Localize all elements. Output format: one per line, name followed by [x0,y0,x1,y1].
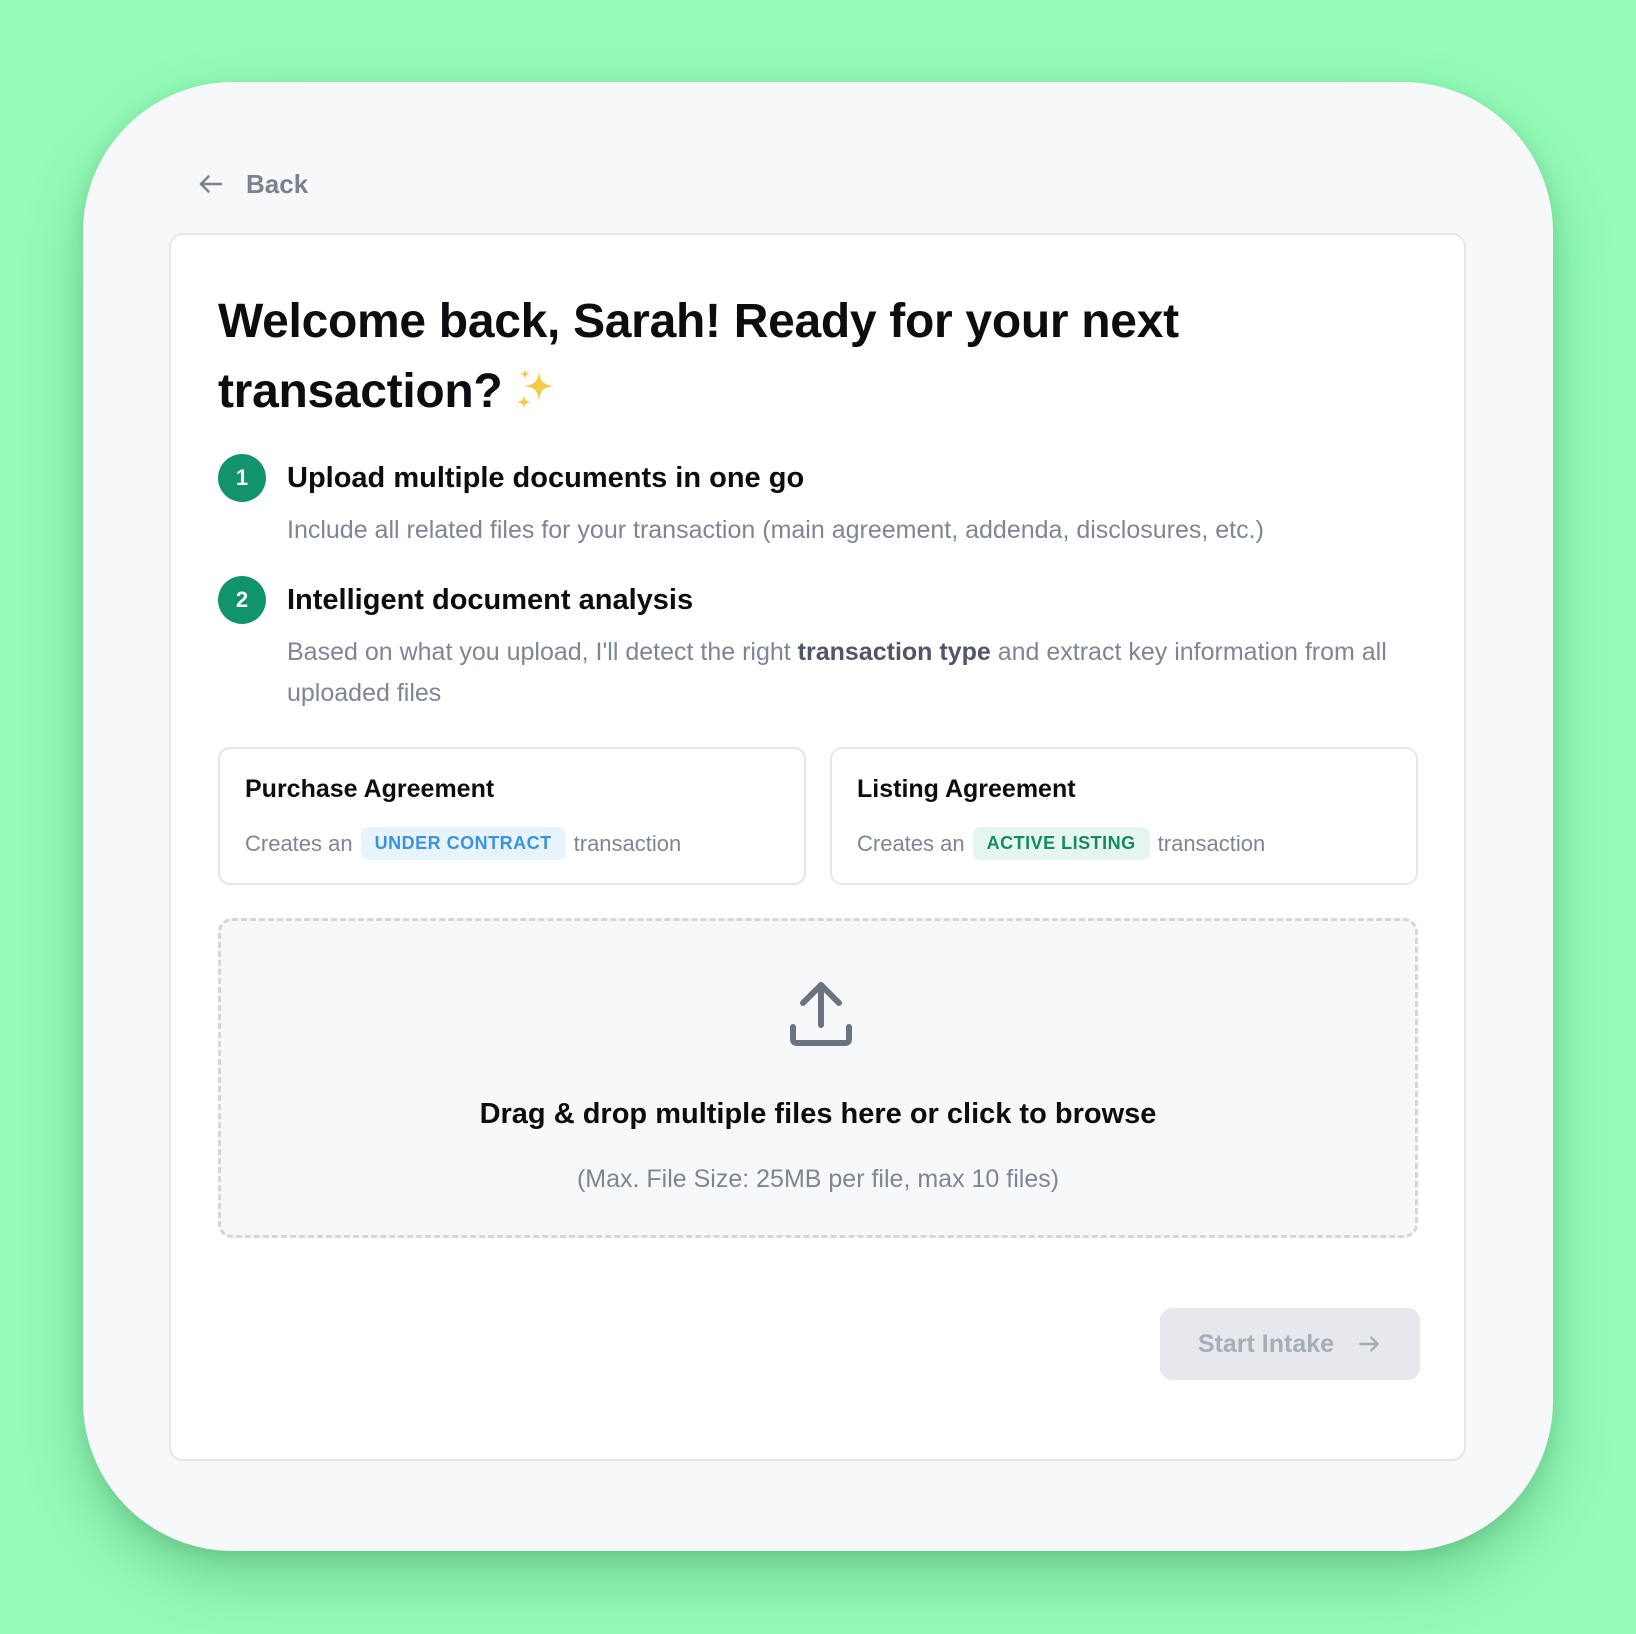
type-card-description: Creates an UNDER CONTRACT transaction [245,827,681,860]
dropzone-limits: (Max. File Size: 25MB per file, max 10 f… [576,1165,1060,1193]
listing-agreement-card[interactable]: Listing Agreement Creates an ACTIVE LIST… [830,747,1418,885]
type-card-title: Listing Agreement [857,775,1076,803]
type-card-suffix: transaction [1157,830,1266,856]
step-description: Based on what you upload, I'll detect th… [287,632,1407,714]
file-dropzone[interactable]: Drag & drop multiple files here or click… [218,918,1418,1238]
arrow-left-icon [199,175,223,193]
type-card-description: Creates an ACTIVE LISTING transaction [857,827,1265,860]
step-description: Include all related files for your trans… [287,516,1264,544]
step-title: Upload multiple documents in one go [287,462,805,494]
sparkles-icon [517,369,555,409]
type-card-prefix: Creates an [857,830,965,856]
arrow-right-icon [1359,1336,1379,1352]
start-intake-label: Start Intake [1197,1329,1335,1358]
title-text: Welcome back, Sarah! Ready for your next… [218,295,1179,418]
type-card-title: Purchase Agreement [245,775,495,803]
dropzone-title: Drag & drop multiple files here or click… [479,1098,1157,1130]
step-number-badge: 1 [218,454,266,502]
back-label: Back [246,168,309,199]
step-title: Intelligent document analysis [287,584,694,616]
intake-card: Welcome back, Sarah! Ready for your next… [169,233,1466,1461]
page-title: Welcome back, Sarah! Ready for your next… [218,287,1398,427]
app-window: Back Welcome back, Sarah! Ready for your… [83,82,1553,1551]
step-number-badge: 2 [218,576,266,624]
step-description-emphasis: transaction type [797,638,991,666]
under-contract-badge: UNDER CONTRACT [360,827,566,860]
step-description-text: Based on what you upload, I'll detect th… [287,638,798,666]
type-card-prefix: Creates an [245,830,353,856]
type-card-suffix: transaction [573,830,682,856]
start-intake-button[interactable]: Start Intake [1160,1308,1420,1380]
back-button[interactable]: Back [196,159,308,209]
active-listing-badge: ACTIVE LISTING [972,827,1150,860]
purchase-agreement-card[interactable]: Purchase Agreement Creates an UNDER CONT… [218,747,806,885]
upload-icon [790,982,852,1046]
